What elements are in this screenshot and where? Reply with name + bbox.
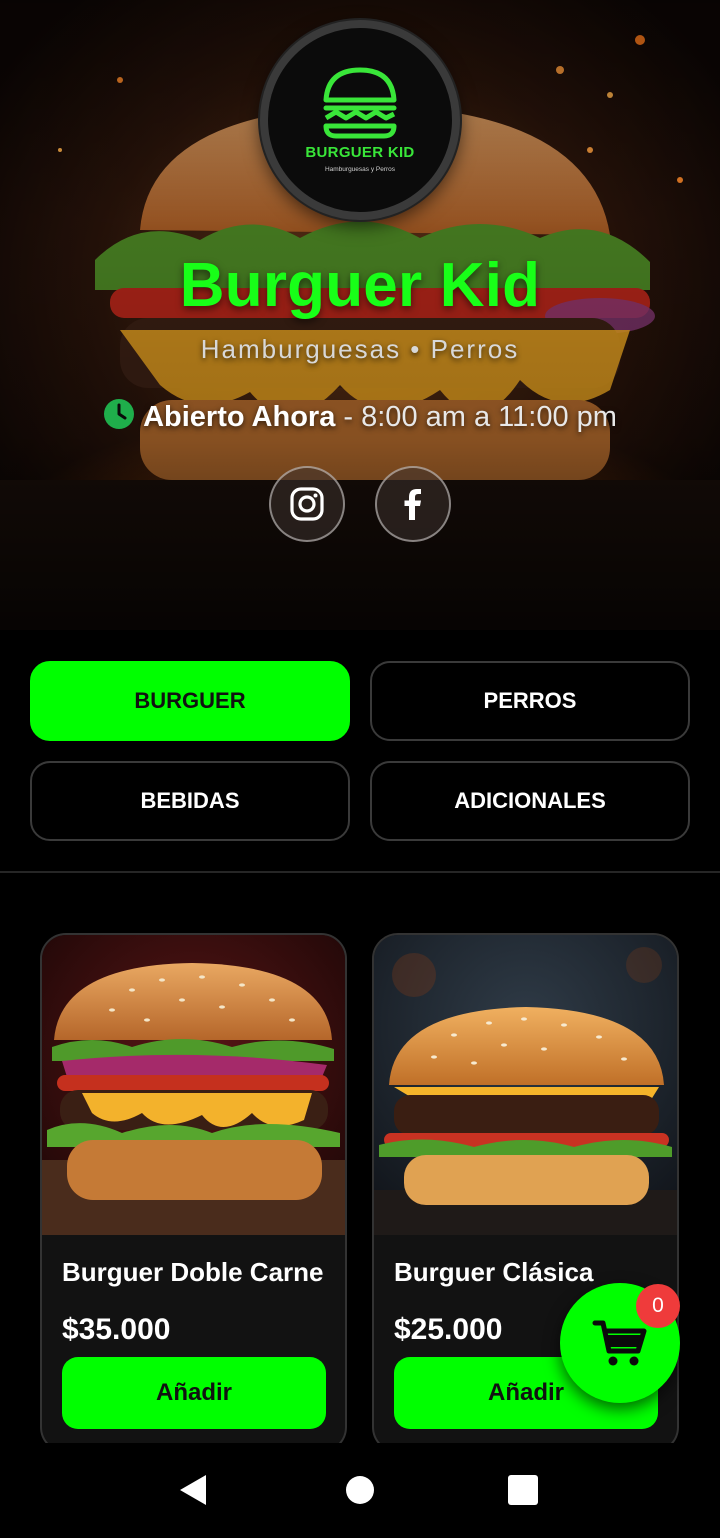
- instagram-button[interactable]: [269, 466, 345, 542]
- logo-title: BURGUER KID: [305, 144, 415, 161]
- category-bebidas[interactable]: BEBIDAS: [30, 761, 350, 841]
- product-image-clasica: [374, 935, 677, 1235]
- facebook-button[interactable]: [375, 466, 451, 542]
- home-icon[interactable]: [345, 1473, 375, 1507]
- hours-separator: -: [335, 401, 362, 433]
- brand-logo: BURGUER KID Hamburguesas y Perros: [260, 20, 460, 220]
- opening-hours: Abierto Ahora - 8:00 am a 11:00 pm: [0, 398, 720, 434]
- product-name: Burguer Doble Carne: [62, 1257, 324, 1287]
- instagram-icon: [290, 487, 324, 521]
- shop-name: Burguer Kid: [179, 251, 541, 320]
- clock-icon: [104, 399, 135, 429]
- cart-icon: [592, 1320, 647, 1366]
- category-adicionales[interactable]: ADICIONALES: [370, 761, 690, 841]
- cart-count-badge: 0: [636, 1284, 680, 1328]
- back-icon[interactable]: [178, 1473, 208, 1507]
- category-burguer[interactable]: BURGUER: [30, 661, 350, 741]
- product-image-doble-carne: [42, 935, 345, 1235]
- burger-logo-icon: [323, 67, 397, 139]
- category-perros[interactable]: PERROS: [370, 661, 690, 741]
- shop-subtitle: Hamburguesas • Perros: [200, 334, 520, 364]
- section-divider: [0, 871, 720, 873]
- recents-icon[interactable]: [507, 1473, 539, 1507]
- add-to-cart-button[interactable]: Añadir: [62, 1357, 326, 1429]
- hours-range: 8:00 am a 11:00 pm: [361, 401, 617, 433]
- open-status: Abierto Ahora: [143, 401, 336, 433]
- product-card[interactable]: Burguer Doble Carne $35.000 Añadir: [40, 933, 347, 1453]
- logo-subtitle: Hamburguesas y Perros: [324, 166, 396, 173]
- system-navigation-bar: [0, 1443, 720, 1538]
- product-price: $35.000: [62, 1313, 171, 1346]
- facebook-icon: [404, 489, 421, 520]
- product-price: $25.000: [394, 1313, 503, 1346]
